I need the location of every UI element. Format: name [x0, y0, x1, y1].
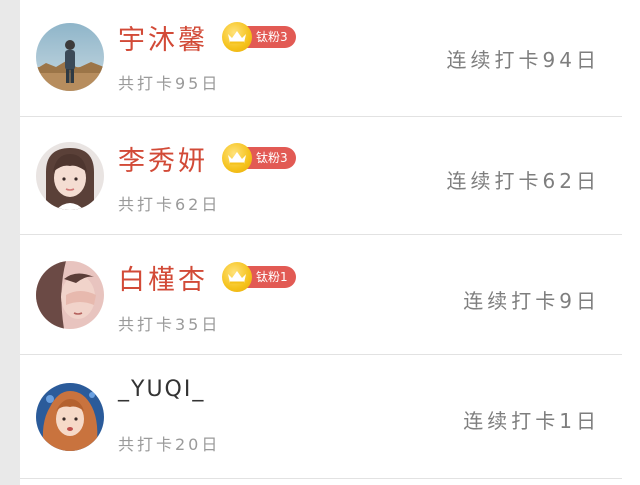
fan-level-badge: 钛粉3	[222, 143, 296, 173]
avatar-photo-girl-curly-hair-icon	[36, 383, 104, 451]
streak-checkin-count: 连续打卡94日	[446, 48, 600, 72]
avatar[interactable]	[36, 383, 104, 451]
list-item[interactable]: 李秀妍 钛粉3 共打卡62日 连续打卡62日	[20, 117, 622, 235]
streak-checkin-count: 连续打卡9日	[463, 289, 600, 313]
streak-checkin-count: 连续打卡1日	[463, 409, 600, 433]
user-name[interactable]: _YUQI_	[118, 377, 205, 402]
avatar-photo-girl-bangs-icon	[36, 142, 104, 210]
crown-icon	[222, 22, 252, 52]
avatar-photo-person-field-icon	[36, 23, 104, 91]
left-edge-frame	[0, 0, 20, 485]
avatar[interactable]	[36, 261, 104, 329]
list-item[interactable]: 宇沐馨 钛粉3 共打卡95日 连续打卡94日	[20, 0, 622, 117]
fan-level-badge: 钛粉3	[222, 22, 296, 52]
fan-level-badge: 钛粉1	[222, 262, 296, 292]
user-name[interactable]: 白槿杏	[118, 258, 208, 297]
list-item[interactable]: _YUQI_ 共打卡20日 连续打卡1日	[20, 355, 622, 479]
avatar-photo-girl-covering-face-icon	[36, 261, 104, 329]
list-item[interactable]: 白槿杏 钛粉1 共打卡35日 连续打卡9日	[20, 235, 622, 355]
user-name[interactable]: 李秀妍	[118, 139, 208, 178]
crown-icon	[222, 143, 252, 173]
total-checkin-count: 共打卡95日	[118, 74, 221, 93]
checkin-ranking-list: 宇沐馨 钛粉3 共打卡95日 连续打卡94日 李秀妍 钛粉3 共打卡62日 连续…	[20, 0, 622, 479]
avatar[interactable]	[36, 23, 104, 91]
total-checkin-count: 共打卡35日	[118, 315, 221, 334]
total-checkin-count: 共打卡62日	[118, 195, 221, 214]
crown-icon	[222, 262, 252, 292]
avatar[interactable]	[36, 142, 104, 210]
user-name[interactable]: 宇沐馨	[118, 18, 208, 57]
total-checkin-count: 共打卡20日	[118, 435, 221, 454]
streak-checkin-count: 连续打卡62日	[446, 169, 600, 193]
